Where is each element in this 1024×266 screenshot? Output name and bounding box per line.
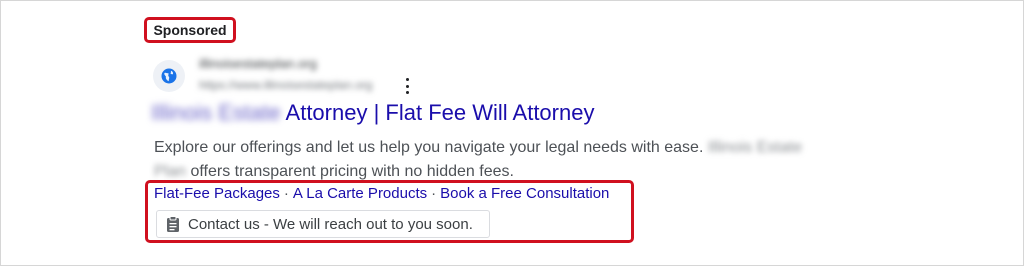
clipboard-icon: [166, 216, 180, 232]
sitelink-flat-fee-packages[interactable]: Flat-Fee Packages: [154, 185, 280, 202]
globe-icon-graphic: [161, 68, 177, 84]
globe-icon: [153, 60, 185, 92]
description-part1: Explore our offerings and let us help yo…: [154, 139, 704, 156]
sitelink-separator: ·: [431, 185, 437, 202]
more-options-icon[interactable]: [401, 78, 413, 94]
advertiser-name: illinoisestateplan.org: [199, 56, 317, 71]
headline-text: Attorney | Flat Fee Will Attorney: [285, 100, 595, 125]
sponsored-text: Sponsored: [153, 22, 227, 38]
sitelinks: Flat-Fee Packages · A La Carte Products · Bo…: [154, 185, 609, 202]
description-part2: offers transparent pricing with no hidde…: [190, 163, 514, 180]
sitelink-book-free-consultation[interactable]: Book a Free Consultation: [440, 185, 609, 202]
contact-us-label: Contact us - We will reach out to you so…: [188, 215, 473, 233]
ad-headline-link[interactable]: Illinois Estate Attorney | Flat Fee Will…: [151, 100, 594, 126]
sitelink-a-la-carte-products[interactable]: A La Carte Products: [293, 185, 427, 202]
sponsored-label: Sponsored: [144, 17, 236, 43]
headline-blurred-text: Illinois Estate: [151, 100, 281, 125]
advertiser-url: https://www.illinoisestateplan.org: [199, 78, 373, 92]
sitelink-separator: ·: [283, 185, 289, 202]
contact-us-button[interactable]: Contact us - We will reach out to you so…: [156, 210, 490, 238]
ad-description: Explore our offerings and let us help yo…: [154, 136, 834, 184]
